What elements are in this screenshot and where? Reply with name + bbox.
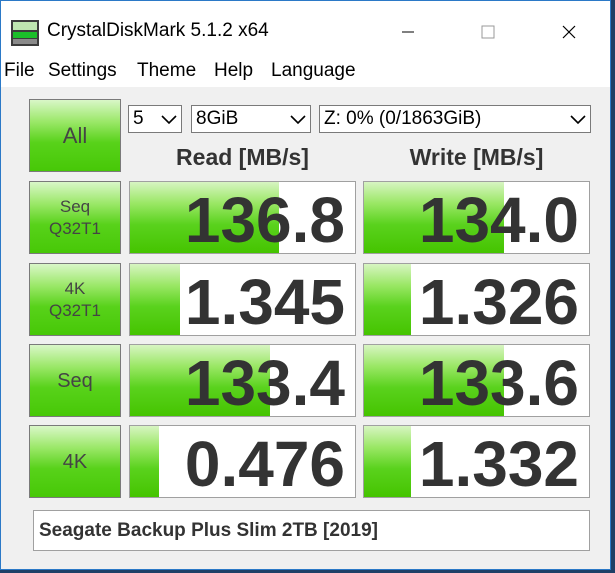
4k-q32t1-write-value: 1.326 bbox=[418, 266, 579, 336]
menu-file[interactable]: File bbox=[4, 60, 35, 82]
drive-value: Z: 0% (0/1863GiB) bbox=[324, 108, 482, 129]
4k-write-value: 1.332 bbox=[418, 428, 579, 498]
menu-theme[interactable]: Theme bbox=[137, 60, 196, 82]
run-all-button[interactable]: All bbox=[29, 99, 121, 172]
seq-read-result: 133.4 bbox=[129, 344, 356, 417]
comment-field[interactable]: Seagate Backup Plus Slim 2TB [2019] bbox=[33, 510, 590, 551]
4k-q32t1-button[interactable]: 4K Q32T1 bbox=[29, 263, 121, 336]
comment-text: Seagate Backup Plus Slim 2TB [2019] bbox=[39, 520, 378, 541]
seq-q32t1-write-result: 134.0 bbox=[363, 181, 590, 254]
4k-read-value: 0.476 bbox=[184, 428, 345, 498]
seq-q32t1-label-line2: Q32T1 bbox=[49, 218, 101, 238]
seq-q32t1-read-result: 136.8 bbox=[129, 181, 356, 254]
chevron-down-icon bbox=[570, 115, 586, 125]
4k-q32t1-read-result: 1.345 bbox=[129, 263, 356, 336]
test-size-select[interactable]: 8GiB bbox=[191, 105, 311, 133]
minimize-button[interactable] bbox=[385, 11, 431, 53]
seq-q32t1-button[interactable]: Seq Q32T1 bbox=[29, 181, 121, 254]
chevron-down-icon bbox=[290, 115, 306, 125]
drive-select[interactable]: Z: 0% (0/1863GiB) bbox=[319, 105, 591, 133]
maximize-button[interactable] bbox=[465, 11, 511, 53]
crystaldiskmark-app-icon bbox=[11, 20, 39, 46]
seq-q32t1-label-line1: Seq bbox=[59, 196, 91, 216]
menu-settings[interactable]: Settings bbox=[48, 60, 117, 82]
benchmark-panel: All 5 8GiB Z: 0% (0/1863GiB) Read [MB/s]… bbox=[14, 92, 599, 557]
4k-label: 4K bbox=[62, 450, 88, 473]
title-bar[interactable]: CrystalDiskMark 5.1.2 x64 bbox=[1, 1, 610, 57]
seq-write-value: 133.6 bbox=[418, 347, 579, 417]
seq-button[interactable]: Seq bbox=[29, 344, 121, 417]
chevron-down-icon bbox=[161, 115, 177, 125]
read-column-header: Read [MB/s] bbox=[176, 144, 309, 170]
seq-q32t1-write-value: 134.0 bbox=[418, 184, 579, 254]
seq-write-result: 133.6 bbox=[363, 344, 590, 417]
test-count-value: 5 bbox=[133, 108, 144, 129]
4k-q32t1-read-value: 1.345 bbox=[184, 266, 345, 336]
menu-bar: File Settings Theme Help Language bbox=[1, 57, 610, 88]
menu-help[interactable]: Help bbox=[214, 60, 253, 82]
menu-language[interactable]: Language bbox=[271, 60, 356, 82]
4k-read-result: 0.476 bbox=[129, 425, 356, 498]
4k-q32t1-label-line1: 4K bbox=[64, 278, 86, 298]
close-icon bbox=[562, 25, 576, 39]
4k-button[interactable]: 4K bbox=[29, 425, 121, 498]
maximize-icon bbox=[481, 25, 495, 39]
4k-read-bar bbox=[130, 426, 160, 497]
seq-read-value: 133.4 bbox=[184, 347, 345, 417]
4k-q32t1-write-result: 1.326 bbox=[363, 263, 590, 336]
close-button[interactable] bbox=[546, 11, 592, 53]
write-column-header: Write [MB/s] bbox=[409, 144, 544, 170]
window-title: CrystalDiskMark 5.1.2 x64 bbox=[47, 20, 269, 41]
seq-q32t1-read-value: 136.8 bbox=[184, 184, 345, 254]
minimize-icon bbox=[402, 31, 414, 33]
4k-q32t1-read-bar bbox=[130, 264, 180, 335]
seq-label: Seq bbox=[57, 369, 93, 392]
test-size-value: 8GiB bbox=[196, 108, 239, 129]
4k-q32t1-label-line2: Q32T1 bbox=[49, 300, 101, 320]
test-count-select[interactable]: 5 bbox=[128, 105, 182, 133]
4k-write-bar bbox=[364, 426, 412, 497]
app-window: CrystalDiskMark 5.1.2 x64 File Settings … bbox=[0, 0, 611, 570]
4k-q32t1-write-bar bbox=[364, 264, 412, 335]
4k-write-result: 1.332 bbox=[363, 425, 590, 498]
